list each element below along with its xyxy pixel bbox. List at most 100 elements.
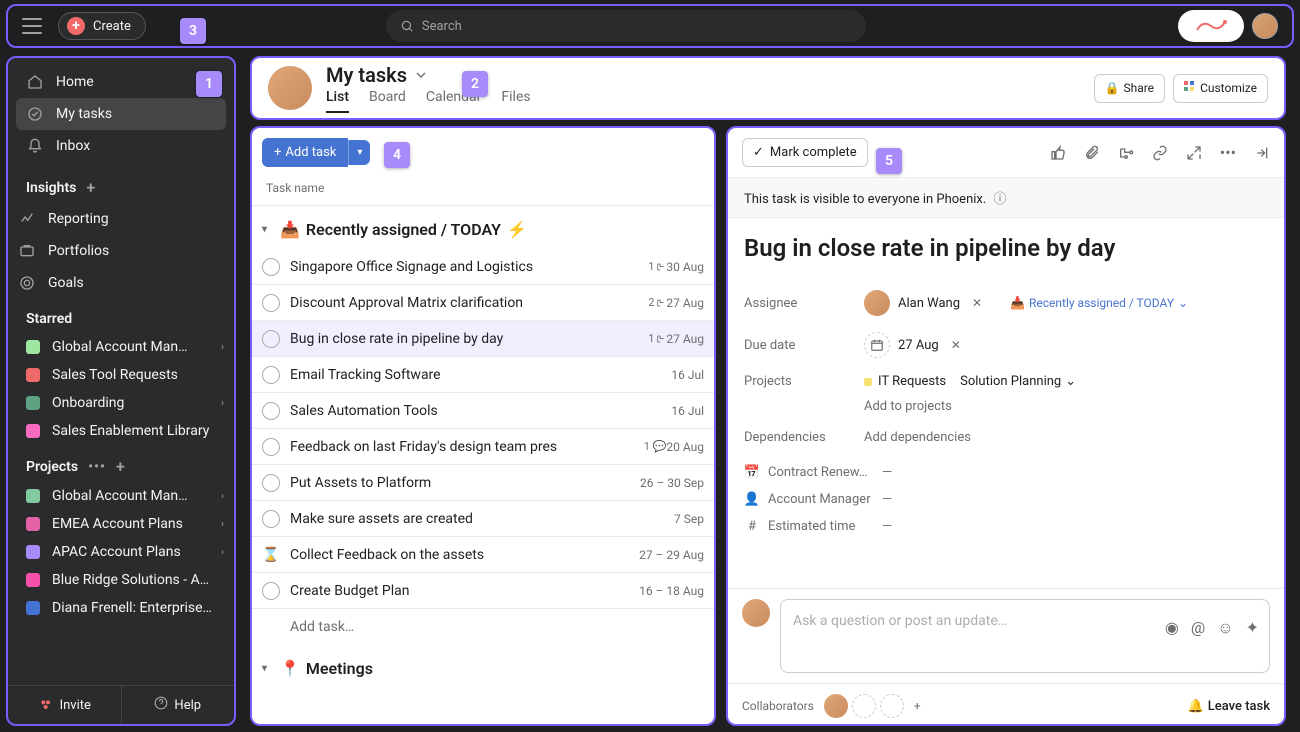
share-button[interactable]: 🔒Share	[1094, 74, 1166, 103]
sidebar: Home My tasks Inbox Insights + Reporting…	[6, 56, 236, 726]
sidebar-project-item[interactable]: EMEA Account Plans›	[8, 510, 234, 538]
tab-board[interactable]: Board	[369, 89, 406, 113]
add-collaborator[interactable]	[880, 694, 904, 718]
complete-checkbox[interactable]	[262, 582, 280, 600]
close-panel-icon[interactable]	[1254, 143, 1270, 162]
complete-checkbox[interactable]	[262, 402, 280, 420]
task-row[interactable]: Discount Approval Matrix clarification22…	[252, 285, 714, 321]
tab-list[interactable]: List	[326, 89, 349, 113]
project-tag[interactable]: Solution Planning⌄	[960, 374, 1076, 389]
sidebar-project-item[interactable]: Blue Ridge Solutions - A…	[8, 566, 234, 594]
custom-field-row[interactable]: #Estimated time—	[744, 513, 1268, 540]
add-to-projects-button[interactable]: Add to projects	[864, 399, 952, 414]
sidebar-project-item[interactable]: Sales Tool Requests	[8, 361, 234, 389]
complete-checkbox[interactable]	[262, 474, 280, 492]
complete-checkbox[interactable]	[262, 294, 280, 312]
create-button[interactable]: + Create	[58, 12, 146, 40]
nav-my-tasks[interactable]: My tasks	[16, 98, 226, 130]
info-icon[interactable]: ⓘ	[994, 192, 1007, 207]
upgrade-pill[interactable]	[1178, 10, 1244, 42]
task-row[interactable]: Create Budget Plan16 – 18 Aug	[252, 573, 714, 609]
add-collaborator-plus[interactable]: +	[914, 699, 921, 713]
sidebar-project-item[interactable]: Global Account Man…›	[8, 482, 234, 510]
collapse-icon[interactable]: ▾	[262, 224, 274, 235]
more-icon[interactable]: •••	[1220, 143, 1236, 162]
complete-checkbox[interactable]	[262, 330, 280, 348]
nav-inbox[interactable]: Inbox	[16, 130, 226, 162]
due-date-chip[interactable]: 27 Aug	[864, 332, 939, 358]
user-avatar[interactable]	[1252, 13, 1278, 39]
sidebar-project-item[interactable]: Sales Enablement Library	[8, 417, 234, 445]
nav-goals[interactable]: Goals	[8, 267, 234, 299]
sidebar-project-item[interactable]: APAC Account Plans›	[8, 538, 234, 566]
nav-home[interactable]: Home	[16, 66, 226, 98]
complete-checkbox[interactable]	[262, 438, 280, 456]
invite-button[interactable]: Invite	[8, 686, 122, 724]
sidebar-project-item[interactable]: Diana Frenell: Enterprise…	[8, 594, 234, 622]
collapse-icon[interactable]: ▾	[262, 663, 274, 674]
plus-icon[interactable]: +	[116, 457, 125, 476]
page-title[interactable]: My tasks	[326, 63, 531, 87]
clear-date-icon[interactable]: ✕	[947, 336, 965, 354]
plus-icon[interactable]: +	[86, 178, 95, 197]
custom-field-row[interactable]: 👤Account Manager—	[744, 486, 1268, 513]
task-row[interactable]: Sales Automation Tools16 Jul	[252, 393, 714, 429]
task-row[interactable]: Singapore Office Signage and Logistics13…	[252, 249, 714, 285]
complete-checkbox[interactable]	[262, 366, 280, 384]
project-color-icon	[26, 601, 40, 615]
task-section-header[interactable]: ▾📥Recently assigned / TODAY⚡	[252, 206, 714, 249]
mention-icon[interactable]: @	[1191, 618, 1205, 638]
sidebar-project-item[interactable]: Global Account Man…›	[8, 333, 234, 361]
add-task-dropdown[interactable]: ▾	[348, 140, 370, 165]
subtask-icon[interactable]	[1118, 143, 1134, 162]
add-dependencies-button[interactable]: Add dependencies	[864, 430, 971, 445]
add-collaborator[interactable]	[852, 694, 876, 718]
task-name: Put Assets to Platform	[290, 475, 640, 491]
collaborator-avatar[interactable]	[824, 694, 848, 718]
menu-icon[interactable]	[22, 18, 42, 34]
complete-checkbox[interactable]	[262, 258, 280, 276]
starred-header[interactable]: Starred	[8, 299, 234, 333]
star-icon[interactable]: ✦	[1246, 618, 1259, 638]
custom-field-row[interactable]: 📅Contract Renew…—	[744, 459, 1268, 486]
field-icon: #	[744, 519, 760, 534]
task-title[interactable]: Bug in close rate in pipeline by day	[744, 234, 1268, 262]
task-row[interactable]: ⌛Collect Feedback on the assets27 – 29 A…	[252, 537, 714, 573]
leave-task-button[interactable]: 🔔Leave task	[1188, 699, 1270, 714]
section-picker[interactable]: 📥Recently assigned / TODAY⌄	[1010, 296, 1188, 310]
header-avatar[interactable]	[268, 66, 312, 110]
like-icon[interactable]	[1050, 143, 1066, 162]
assignee-chip[interactable]: Alan Wang	[864, 290, 960, 316]
search-icon	[400, 19, 414, 33]
task-section-header[interactable]: ▾📍Meetings	[252, 645, 714, 688]
emoji-icon[interactable]: ☺	[1217, 618, 1233, 638]
add-task-button[interactable]: +Add task	[262, 138, 348, 167]
clear-assignee-icon[interactable]: ✕	[968, 294, 986, 312]
add-task-inline[interactable]: Add task…	[252, 609, 714, 645]
expand-icon[interactable]	[1186, 143, 1202, 162]
tab-files[interactable]: Files	[501, 89, 530, 113]
task-row[interactable]: Put Assets to Platform26 – 30 Sep	[252, 465, 714, 501]
task-row[interactable]: Make sure assets are created7 Sep	[252, 501, 714, 537]
more-icon[interactable]: •••	[88, 459, 106, 475]
customize-button[interactable]: Customize	[1173, 74, 1268, 103]
record-icon[interactable]: ◉	[1165, 618, 1179, 638]
task-row[interactable]: Feedback on last Friday's design team pr…	[252, 429, 714, 465]
create-label: Create	[93, 19, 131, 34]
project-tag[interactable]: IT Requests	[864, 374, 946, 389]
nav-portfolios[interactable]: Portfolios	[8, 235, 234, 267]
task-row[interactable]: Bug in close rate in pipeline by day127 …	[252, 321, 714, 357]
help-button[interactable]: Help	[122, 686, 235, 724]
comment-input[interactable]: Ask a question or post an update… ◉ @ ☺ …	[780, 599, 1270, 673]
task-row[interactable]: Email Tracking Software16 Jul	[252, 357, 714, 393]
sidebar-project-item[interactable]: Onboarding›	[8, 389, 234, 417]
search-input[interactable]: Search	[386, 10, 866, 42]
insights-header[interactable]: Insights +	[8, 166, 234, 203]
nav-reporting[interactable]: Reporting	[8, 203, 234, 235]
projects-header[interactable]: Projects ••• +	[8, 445, 234, 482]
complete-checkbox[interactable]	[262, 510, 280, 528]
attachment-icon[interactable]	[1084, 143, 1100, 162]
link-icon[interactable]	[1152, 143, 1168, 162]
mark-complete-button[interactable]: ✓Mark complete	[742, 138, 868, 167]
plus-icon: +	[274, 145, 281, 160]
